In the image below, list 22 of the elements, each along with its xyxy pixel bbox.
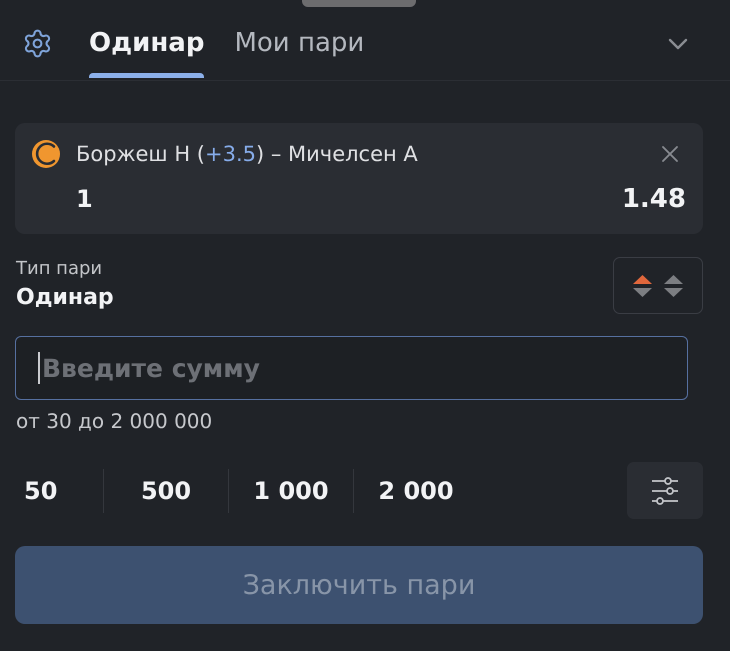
quick-amount-button[interactable]: 2 000 xyxy=(354,468,478,512)
settings-icon xyxy=(22,28,53,59)
stake-settings-button[interactable] xyxy=(627,462,703,519)
tab[interactable]: Мои пари xyxy=(234,7,364,80)
bet-type-value: Одинар xyxy=(16,284,114,312)
sort-button[interactable] xyxy=(613,257,703,314)
sort-arrows-icon xyxy=(633,272,683,298)
text-cursor-icon xyxy=(38,352,40,384)
quick-amount-button[interactable]: 50 xyxy=(15,468,103,512)
tennis-ball-icon xyxy=(32,140,60,168)
selection-text: Боржеш Н (+3.5) – Мичелсен А xyxy=(76,141,418,168)
settings-button[interactable] xyxy=(22,28,53,59)
outcome-text: 1 xyxy=(76,184,93,214)
amount-limits-text: от 30 до 2 000 000 xyxy=(15,409,212,433)
amount-input-field[interactable]: Введите сумму xyxy=(15,336,688,400)
tab[interactable]: Одинар xyxy=(89,7,204,80)
sliders-icon xyxy=(651,476,679,504)
odds-text: 1.48 xyxy=(622,183,686,215)
quick-amount-button[interactable]: 1 000 xyxy=(229,468,353,512)
quick-amount-button[interactable]: 500 xyxy=(104,468,228,512)
bet-type-label: Тип пари xyxy=(16,258,104,280)
drag-handle[interactable] xyxy=(302,0,416,7)
